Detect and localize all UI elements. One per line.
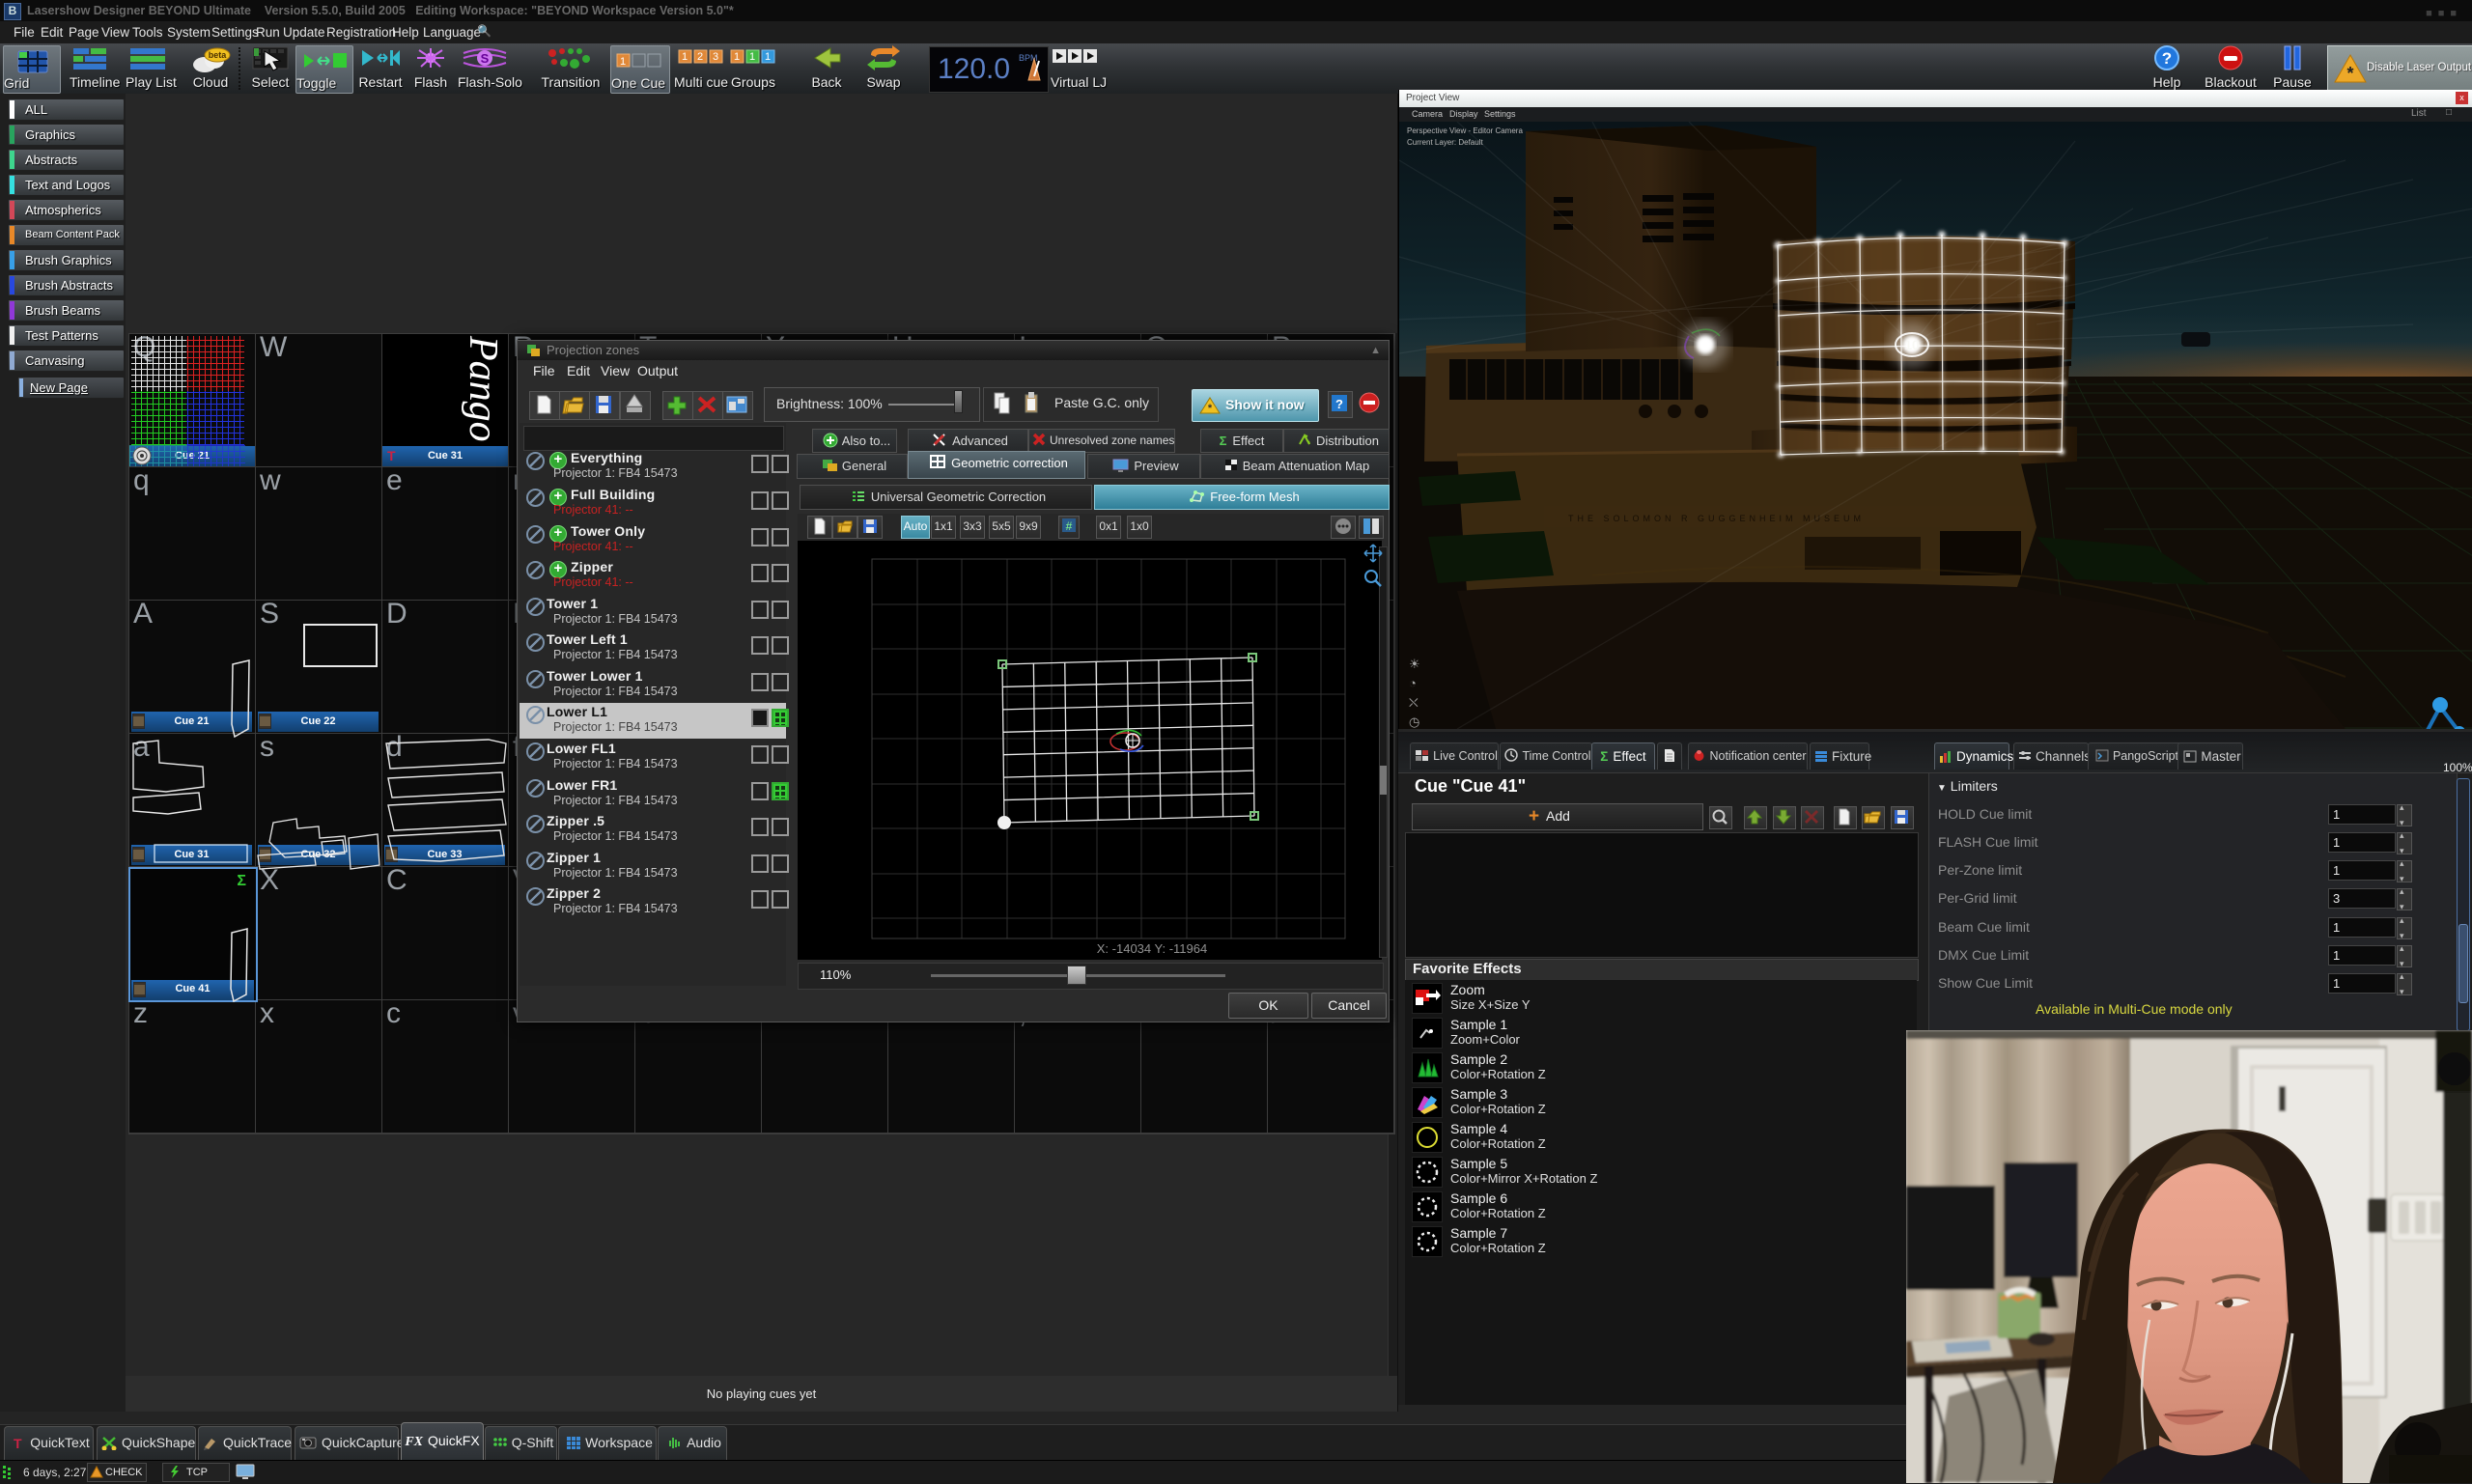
svg-text:S: S	[481, 51, 490, 66]
svg-text:?: ?	[1335, 397, 1343, 411]
svg-text:T: T	[14, 1436, 22, 1450]
svg-text:1: 1	[620, 56, 626, 68]
svg-text:1: 1	[765, 51, 771, 63]
svg-text:?: ?	[2162, 49, 2172, 68]
svg-text:◔: ◔	[1409, 676, 1417, 690]
svg-text:Σ: Σ	[237, 873, 246, 889]
svg-text:1: 1	[682, 51, 688, 63]
svg-text:*: *	[2346, 64, 2353, 83]
svg-text:10: 10	[1904, 337, 1920, 352]
svg-text:☀: ☀	[1409, 657, 1420, 671]
svg-text:3: 3	[713, 51, 718, 63]
svg-text:1: 1	[734, 51, 740, 63]
svg-text:#: #	[1066, 519, 1073, 533]
svg-text:◷: ◷	[1409, 714, 1419, 729]
svg-text:T: T	[387, 448, 396, 463]
svg-text:THE SOLOMON R GUGGENHEIM M: THE SOLOMON R GUGGENHEIM MUSEUM	[1568, 514, 1865, 523]
svg-text:beta: beta	[209, 50, 228, 60]
svg-text:*: *	[1208, 403, 1213, 414]
svg-text:2: 2	[697, 51, 703, 63]
svg-text:X: -14034 Y: -11964: X: -14034 Y: -11964	[1097, 941, 1207, 956]
svg-text:⛌: ⛌	[1409, 695, 1419, 710]
svg-text:1: 1	[749, 51, 755, 63]
